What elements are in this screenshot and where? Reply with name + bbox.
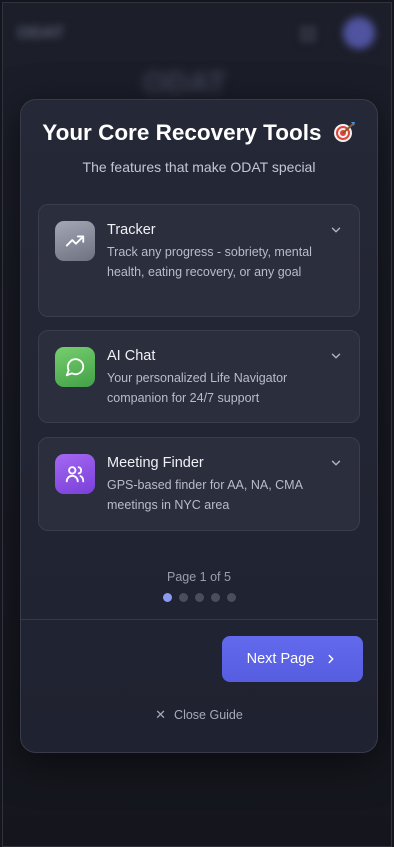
feature-title: Tracker xyxy=(107,222,156,238)
target-icon xyxy=(332,121,356,149)
close-icon: ✕ xyxy=(155,707,167,722)
next-page-label: Next Page xyxy=(246,651,315,667)
page-indicator-text: Page 1 of 5 xyxy=(167,570,231,584)
feature-card-tracker[interactable]: Tracker Track any progress - sobriety, m… xyxy=(38,204,360,317)
close-guide-button[interactable]: ✕ Close Guide xyxy=(21,707,377,723)
chevron-down-icon[interactable] xyxy=(329,223,343,242)
next-page-button[interactable]: Next Page xyxy=(222,636,363,682)
chat-bubble-icon xyxy=(55,347,95,387)
users-icon xyxy=(55,454,95,494)
background-avatar xyxy=(343,17,375,49)
feature-title: AI Chat xyxy=(107,348,156,364)
feature-card-ai-chat[interactable]: AI Chat Your personalized Life Navigator… xyxy=(38,330,360,423)
app-frame: ODAT ODAT Your Core Recovery Tools The f… xyxy=(2,2,392,847)
guide-modal: Your Core Recovery Tools The features th… xyxy=(20,99,378,753)
chevron-down-icon[interactable] xyxy=(329,349,343,368)
chevron-down-icon[interactable] xyxy=(329,456,343,475)
trend-up-icon xyxy=(55,221,95,261)
page-dots xyxy=(21,593,377,602)
page-dot[interactable] xyxy=(226,593,236,602)
background-menu-icon xyxy=(299,25,317,43)
page-dot[interactable] xyxy=(194,593,204,602)
chevron-right-icon xyxy=(328,654,334,664)
modal-title-text: Your Core Recovery Tools xyxy=(42,120,322,145)
background-title: ODAT xyxy=(143,67,226,100)
modal-title: Your Core Recovery Tools xyxy=(21,120,377,149)
feature-description: Track any progress - sobriety, mental he… xyxy=(107,245,312,279)
modal-subtitle: The features that make ODAT special xyxy=(82,159,316,175)
page-dot[interactable] xyxy=(210,593,220,602)
background-logo: ODAT xyxy=(17,23,64,42)
feature-title: Meeting Finder xyxy=(107,455,204,471)
background-header: ODAT xyxy=(3,3,391,63)
feature-description: Your personalized Life Navigator compani… xyxy=(107,371,288,405)
close-guide-label: Close Guide xyxy=(174,708,243,722)
page-dot[interactable] xyxy=(162,593,172,602)
feature-description: GPS-based finder for AA, NA, CMA meeting… xyxy=(107,478,303,512)
page-dot[interactable] xyxy=(178,593,188,602)
divider xyxy=(21,619,377,620)
feature-card-meeting-finder[interactable]: Meeting Finder GPS-based finder for AA, … xyxy=(38,437,360,531)
